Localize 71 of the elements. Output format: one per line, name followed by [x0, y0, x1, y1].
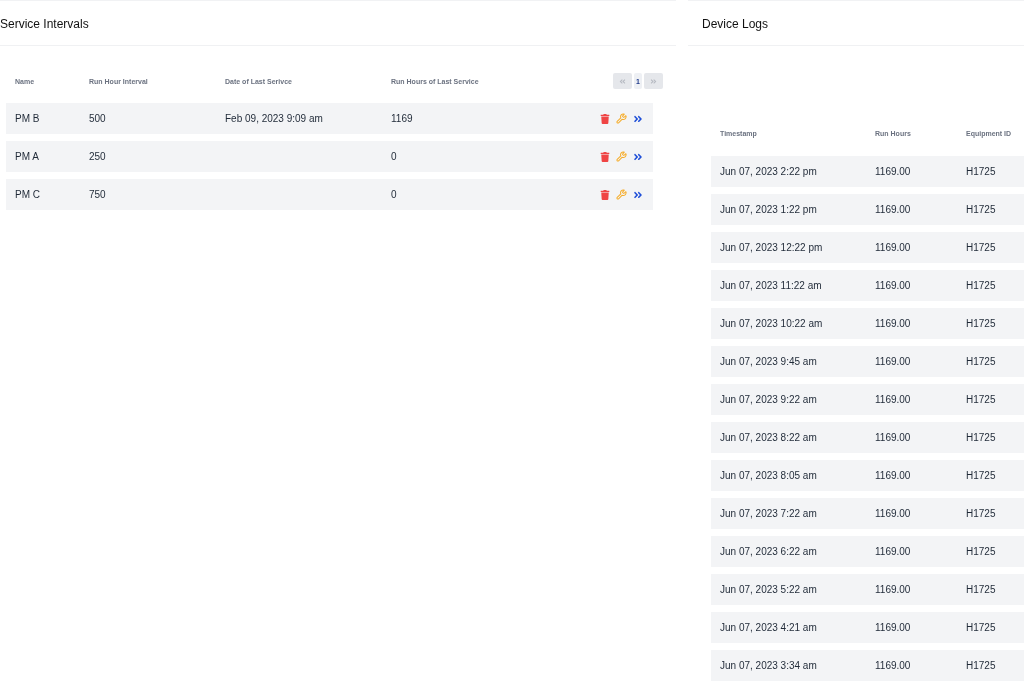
table-cell: Jun 07, 2023 2:22 pm	[720, 166, 817, 177]
table-cell: 1169.00	[875, 394, 911, 405]
wrench-icon	[616, 113, 627, 124]
table-cell: Jun 07, 2023 12:22 pm	[720, 242, 823, 253]
table-cell: Jun 07, 2023 6:22 am	[720, 546, 817, 557]
table-cell: Jun 07, 2023 1:22 pm	[720, 204, 817, 215]
table-cell: H1725	[966, 508, 996, 519]
table-cell: Jun 07, 2023 7:22 am	[720, 508, 817, 519]
table-cell: 1169.00	[875, 546, 911, 557]
table-cell: 0	[391, 151, 397, 162]
table-cell: H1725	[966, 356, 996, 367]
trash-icon	[600, 113, 610, 124]
table-cell: Jun 07, 2023 9:45 am	[720, 356, 817, 367]
table-cell: 1169.00	[875, 356, 911, 367]
chevrons-right-icon	[633, 189, 643, 200]
chevrons-right-icon	[633, 113, 643, 124]
table-cell: H1725	[966, 660, 996, 671]
table-cell: PM C	[15, 189, 40, 200]
table-cell: 1169.00	[875, 622, 911, 633]
table-cell: H1725	[966, 432, 996, 443]
table-cell: Jun 07, 2023 8:22 am	[720, 432, 817, 443]
table-cell: 500	[89, 113, 106, 124]
table-cell: H1725	[966, 242, 996, 253]
table-cell: H1725	[966, 470, 996, 481]
table-cell: Jun 07, 2023 3:34 am	[720, 660, 817, 671]
table-cell: 1169.00	[875, 432, 911, 443]
delete-button[interactable]	[600, 189, 610, 200]
table-cell: H1725	[966, 622, 996, 633]
table-cell: 1169.00	[875, 318, 911, 329]
table-cell: 1169.00	[875, 584, 911, 595]
table-cell: 0	[391, 189, 397, 200]
chevrons-left-icon	[619, 77, 626, 85]
table-cell: H1725	[966, 394, 996, 405]
panel-title: Device Logs	[702, 17, 769, 31]
delete-button[interactable]	[600, 113, 610, 124]
table-cell: 250	[89, 151, 106, 162]
panel-title: Service Intervals	[0, 17, 89, 31]
table-cell: H1725	[966, 546, 996, 557]
table-cell: 1169.00	[875, 280, 911, 291]
table-cell: H1725	[966, 584, 996, 595]
chevrons-right-icon	[650, 77, 657, 85]
table-cell: Jun 07, 2023 11:22 am	[720, 280, 822, 291]
open-button[interactable]	[633, 189, 643, 200]
table-cell: Jun 07, 2023 4:21 am	[720, 622, 817, 633]
table-cell: 1169.00	[875, 166, 911, 177]
open-button[interactable]	[633, 151, 643, 162]
table-cell: H1725	[966, 318, 996, 329]
table-cell: H1725	[966, 166, 996, 177]
trash-icon	[600, 189, 610, 200]
table-cell: 750	[89, 189, 106, 200]
trash-icon	[600, 151, 610, 162]
wrench-icon	[616, 189, 627, 200]
table-cell: 1169.00	[875, 508, 911, 519]
open-button[interactable]	[633, 113, 643, 124]
table-cell: Jun 07, 2023 5:22 am	[720, 584, 817, 595]
table-cell: Jun 07, 2023 8:05 am	[720, 470, 817, 481]
delete-button[interactable]	[600, 151, 610, 162]
table-cell: Jun 07, 2023 9:22 am	[720, 394, 817, 405]
wrench-icon	[616, 151, 627, 162]
table-cell: PM B	[15, 113, 40, 124]
table-cell: Jun 07, 2023 10:22 am	[720, 318, 823, 329]
table-cell: Feb 09, 2023 9:09 am	[225, 113, 323, 124]
table-cell: 1169.00	[875, 204, 911, 215]
table-cell: PM A	[15, 151, 39, 162]
table-cell: 1169	[391, 113, 413, 124]
table-cell: 1169.00	[875, 470, 911, 481]
table-cell: H1725	[966, 280, 996, 291]
table-cell: 1169.00	[875, 660, 911, 671]
chevrons-right-icon	[633, 151, 643, 162]
table-cell: 1169.00	[875, 242, 911, 253]
table-cell: H1725	[966, 204, 996, 215]
